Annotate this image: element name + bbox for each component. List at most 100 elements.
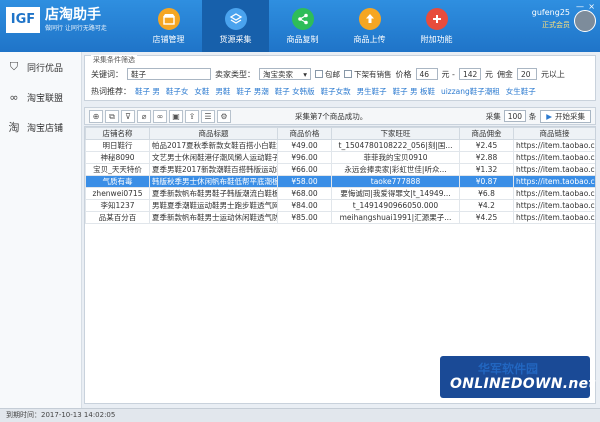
logo-title: 店淘助手 — [45, 7, 101, 23]
hot-word-link[interactable]: 女鞋 — [194, 86, 209, 97]
collect-status: 采集第7个商品成功。 — [295, 111, 368, 121]
col-header-title[interactable]: 商品标题 — [149, 127, 278, 140]
collect-count-input[interactable]: 100 — [503, 110, 526, 122]
table-row[interactable]: zhenwei0715 夏季新款帆布鞋男鞋子韩版潮流白鞋板... ¥68.00 … — [85, 187, 595, 200]
hot-word-link[interactable]: uizzang鞋子潮租 — [441, 86, 500, 97]
cell-link[interactable]: https://item.taobao.co... — [513, 151, 595, 164]
nav-source-collect[interactable]: 货源采集 — [202, 0, 269, 52]
nav-label: 货源采集 — [219, 34, 252, 44]
nav-label: 附加功能 — [420, 34, 453, 44]
main-panel: 采集条件筛选 关键词： 鞋子 卖家类型： 淘宝卖家 ▾ 包邮 下架有销售 价格 … — [84, 55, 596, 405]
hot-word-link[interactable]: 鞋子 男潮 — [236, 86, 268, 97]
gear-icon[interactable]: ⚙ — [217, 109, 231, 123]
price-label: 价格 — [395, 69, 412, 79]
price-min-input[interactable]: 46 — [415, 68, 438, 80]
seller-type-label: 卖家类型： — [215, 69, 255, 79]
close-button[interactable]: × — [588, 2, 595, 11]
cell-link[interactable]: https://item.taobao.co... — [513, 187, 595, 200]
price-max-input[interactable]: 142 — [458, 68, 481, 80]
keyword-label: 关键词： — [91, 69, 123, 79]
avatar[interactable] — [574, 10, 596, 32]
toolbar: ⊕ ⧉ ⊽ ⌀ ∞ ▣ ⇪ ☰ ⚙ 采集第7个商品成功。 采集 100 条 ▶ … — [84, 107, 596, 125]
cell-title: 夏季新款帆布鞋男鞋子韩版潮流白鞋板... — [149, 187, 278, 200]
cell-link[interactable]: https://item.taobao.co... — [513, 211, 595, 224]
nav-store-management[interactable]: 店铺管理 — [135, 0, 202, 52]
cell-buyer: 永远会捧卖家|彩虹世佳|听众... — [331, 163, 460, 176]
hot-word-link[interactable]: 男鞋 — [215, 86, 230, 97]
table-row[interactable]: 明日鞋行 帕品2017夏秋季新款女鞋百搭小白鞋女学生... ¥49.00 t_1… — [85, 139, 595, 152]
cell-buyer: taoke777888 — [331, 175, 460, 188]
col-header-price[interactable]: 商品价格 — [277, 127, 332, 140]
keyword-input[interactable]: 鞋子 — [127, 68, 211, 80]
hot-word-link[interactable]: 男生鞋子 — [357, 86, 387, 97]
user-info: gufeng25 正式会员 — [532, 8, 570, 30]
filter-panel: 采集条件筛选 关键词： 鞋子 卖家类型： 淘宝卖家 ▾ 包邮 下架有销售 价格 … — [84, 55, 596, 101]
cell-commission: ¥4.2 — [459, 199, 514, 212]
logo-mark: IGF — [6, 7, 40, 33]
nav-product-copy[interactable]: 商品复制 — [269, 0, 336, 52]
commission-input[interactable]: 20 — [516, 68, 537, 80]
hot-words-row: 热词推荐： 鞋子 男 鞋子女 女鞋 男鞋 鞋子 男潮 鞋子 女韩版 鞋子女款 男… — [91, 86, 542, 97]
copy-icon[interactable]: ⧉ — [105, 109, 119, 123]
table-row-selected[interactable]: 气质有毒 韩版秋季男士休闲帆布鞋低帮平底潮板鞋透... ¥58.00 taoke… — [85, 175, 595, 188]
cell-title: 夏季男鞋2017新款潮鞋百搭韩版运动鞋男... — [149, 163, 278, 176]
table-row[interactable]: 宝贝_天天特价 夏季男鞋2017新款潮鞋百搭韩版运动鞋男... ¥66.00 永… — [85, 163, 595, 176]
sidebar-item-label: 淘宝联盟 — [27, 93, 64, 104]
col-header-link[interactable]: 商品链接 — [513, 127, 595, 140]
seller-type-select[interactable]: 淘宝卖家 ▾ — [259, 68, 311, 80]
play-icon: ▶ — [546, 111, 552, 121]
globe-icon[interactable]: ⊕ — [89, 109, 103, 123]
table-row[interactable]: 品某百分百 夏季新款帆布鞋男士运动休闲鞋透气防臭... ¥85.00 meiha… — [85, 211, 595, 224]
table-row[interactable]: 李知1237 男鞋夏季潮鞋运动鞋男士跑步鞋透气网面... ¥84.00 t_14… — [85, 199, 595, 212]
filter-icon[interactable]: ⊽ — [121, 109, 135, 123]
start-collect-button[interactable]: ▶ 开始采集 — [540, 109, 591, 123]
hot-word-link[interactable]: 鞋子女 — [166, 86, 189, 97]
table-row[interactable]: 神秘8090 文艺男士休闲鞋港仔潮风懒人运动鞋子韩版... ¥96.00 菲菲我… — [85, 151, 595, 164]
free-shipping-checkbox[interactable]: 包邮 — [315, 69, 340, 80]
checkbox-box — [344, 70, 352, 78]
cell-link[interactable]: https://item.taobao.co... — [513, 163, 595, 176]
export-icon[interactable]: ⇪ — [185, 109, 199, 123]
hot-word-link[interactable]: 鞋子 女韩版 — [275, 86, 315, 97]
save-icon[interactable]: ▣ — [169, 109, 183, 123]
filter-legend: 采集条件筛选 — [91, 55, 137, 65]
share-icon — [291, 7, 314, 30]
minimize-button[interactable]: — — [576, 2, 584, 11]
link2-icon[interactable]: ∞ — [153, 109, 167, 123]
sidebar-item-taobao-store[interactable]: 淘 淘宝店铺 — [0, 112, 81, 142]
nav-extra-functions[interactable]: 附加功能 — [403, 0, 470, 52]
nav-label: 商品上传 — [353, 34, 386, 44]
hot-word-link[interactable]: 鞋子 男 板鞋 — [393, 86, 435, 97]
sidebar-item-peer-products[interactable]: ⛉ 同行优品 — [0, 52, 81, 82]
sidebar-item-label: 淘宝店铺 — [27, 123, 64, 134]
settings-icon[interactable]: ☰ — [201, 109, 215, 123]
hot-word-link[interactable]: 女生鞋子 — [506, 86, 536, 97]
hot-word-link[interactable]: 鞋子 男 — [135, 86, 160, 97]
cell-title: 文艺男士休闲鞋港仔潮风懒人运动鞋子韩版... — [149, 151, 278, 164]
cell-link[interactable]: https://item.taobao.co... — [513, 175, 595, 188]
checkbox-box — [315, 70, 323, 78]
nav-product-upload[interactable]: 商品上传 — [336, 0, 403, 52]
hot-words-label: 热词推荐： — [91, 87, 131, 96]
plus-icon — [425, 7, 448, 30]
col-header-commission[interactable]: 商品佣金 — [459, 127, 514, 140]
app-logo: IGF 店淘助手 做同行 让同行无路可走 — [6, 7, 107, 34]
cell-link[interactable]: https://item.taobao.co... — [513, 139, 595, 152]
hot-word-link[interactable]: 鞋子女款 — [321, 86, 351, 97]
link-icon[interactable]: ⌀ — [137, 109, 151, 123]
cell-price: ¥66.00 — [277, 163, 332, 176]
col-header-shop[interactable]: 店铺名称 — [85, 127, 150, 140]
sidebar: ⛉ 同行优品 ∞ 淘宝联盟 淘 淘宝店铺 — [0, 52, 82, 408]
cell-link[interactable]: https://item.taobao.co... — [513, 199, 595, 212]
sidebar-item-taobao-union[interactable]: ∞ 淘宝联盟 — [0, 82, 81, 112]
cell-buyer: 菲菲我的宝贝0910 — [331, 151, 460, 164]
cell-buyer: meihangshuai1991|汇源果子... — [331, 211, 460, 224]
cell-price: ¥85.00 — [277, 211, 332, 224]
main-nav: 店铺管理 货源采集 商品复制 商品上传 附加功能 — [135, 0, 470, 52]
no-goods-checkbox[interactable]: 下架有销售 — [344, 69, 392, 80]
chevron-down-icon: ▾ — [303, 70, 307, 79]
col-header-buyer[interactable]: 下家旺旺 — [331, 127, 460, 140]
nav-label: 店铺管理 — [152, 34, 185, 44]
cell-buyer: 要悔诚同|我爱得罪文|t_14949... — [331, 187, 460, 200]
upload-icon — [358, 7, 381, 30]
